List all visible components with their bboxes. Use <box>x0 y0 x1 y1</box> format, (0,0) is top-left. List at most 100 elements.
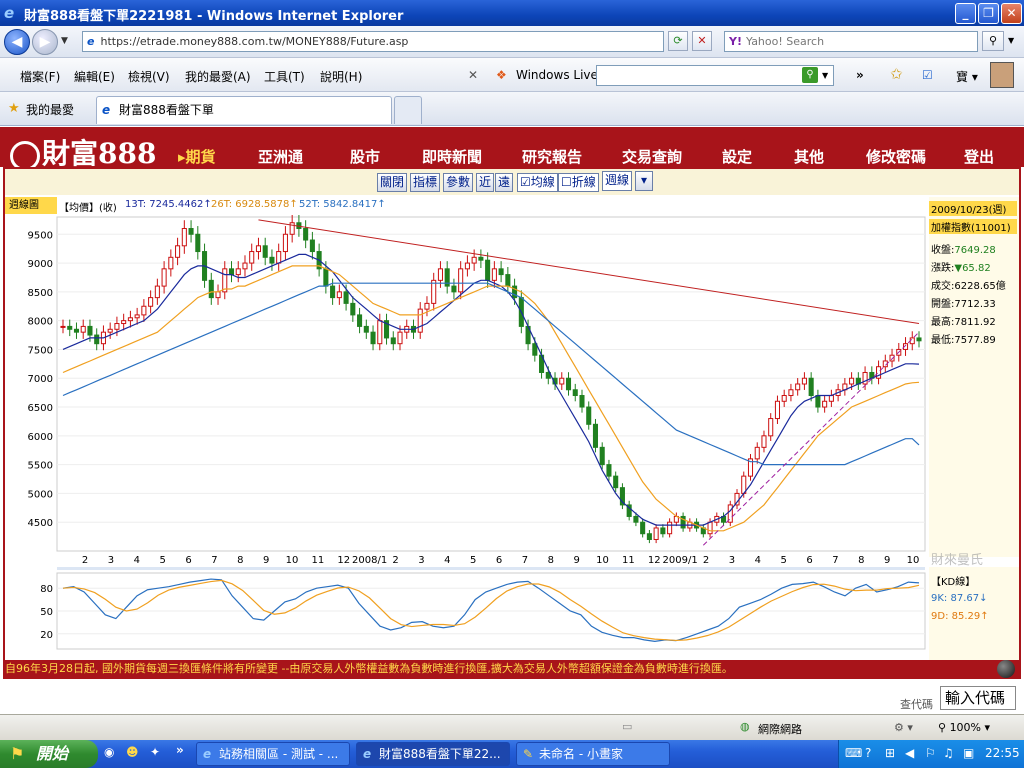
network-icon[interactable]: ▣ <box>963 746 974 760</box>
volume-icon[interactable]: ♫ <box>943 746 954 760</box>
search-input[interactable]: Y! Yahoo! Search <box>724 31 978 52</box>
news-ticker: 自96年3月28日起, 國外期貨每週三換匯條件將有所變更 --由原交易人外幣權益… <box>5 660 1019 678</box>
code-input[interactable]: 輸入代碼 <box>940 686 1016 710</box>
nav-research[interactable]: 研究報告 <box>522 146 582 167</box>
search-icon[interactable]: ⚲ <box>982 31 1004 51</box>
close-chart-button[interactable]: 關閉 <box>377 173 408 192</box>
live-search-input[interactable] <box>596 65 834 86</box>
nav-asia[interactable]: 亞洲通 <box>258 146 303 167</box>
refresh-icon[interactable]: ⟳ <box>668 31 688 51</box>
help-icon[interactable]: ? <box>865 746 871 760</box>
indicator-button[interactable]: 指標 <box>410 173 441 192</box>
favorites-label[interactable]: 我的最愛 <box>26 101 74 118</box>
period-select[interactable]: 週線 <box>602 171 633 191</box>
menu-help[interactable]: 說明(H) <box>320 68 362 85</box>
task-forum[interactable]: e 站務相關區 - 測試 - ... <box>196 742 350 766</box>
windows-logo-icon: ❖ <box>496 68 507 82</box>
candle-body <box>485 259 491 281</box>
tray-app-icon[interactable]: ⚐ <box>925 746 936 760</box>
y-tick-label: 5000 <box>28 489 53 500</box>
tray-expand-icon[interactable]: ◀ <box>905 746 914 760</box>
candle-body <box>350 302 356 316</box>
avatar[interactable] <box>990 62 1014 88</box>
line-checkbox[interactable]: ☐折線 <box>558 173 599 192</box>
quicklaunch-media-icon[interactable]: ◉ <box>104 745 114 759</box>
favorites-star-icon[interactable]: ✩ <box>890 65 903 83</box>
param-button[interactable]: 參數 <box>443 173 474 192</box>
menu-file[interactable]: 檔案(F) <box>20 68 60 85</box>
task-paint[interactable]: ✎ 未命名 - 小畫家 <box>516 742 670 766</box>
menu-favorites[interactable]: 我的最愛(A) <box>185 68 251 85</box>
protected-mode-icon[interactable]: ⚙ ▾ <box>894 721 913 734</box>
candle-body <box>208 279 214 299</box>
favorites-bar: ★ 我的最愛 e 財富888看盤下單 <box>0 92 1024 126</box>
site-logo[interactable]: 財富888 <box>10 132 156 172</box>
nav-other[interactable]: 其他 <box>794 146 824 167</box>
menu-view[interactable]: 檢視(V) <box>128 68 170 85</box>
x-tick-label: 7 <box>832 555 838 566</box>
back-button[interactable]: ◀ <box>4 29 30 55</box>
price-chart[interactable]: 4500 5000 5500 6000 6500 7000 7500 8000 8500 9000… <box>5 215 929 570</box>
x-tick-label: 9 <box>573 555 579 566</box>
chart-frame: 關閉 指標 參數 近 遠 ☑均線 ☐折線 週線 ▾ 週線圖 【均價】(收) 13… <box>3 167 1021 679</box>
search-options-icon[interactable]: ▼ <box>1008 36 1014 45</box>
chart-period-label: 週線圖 <box>5 197 57 214</box>
zoom-control[interactable]: ⚲ 100% ▾ <box>938 721 990 734</box>
quicklaunch-more-icon[interactable]: » <box>176 743 184 757</box>
tools-icon[interactable]: 寶 ▾ <box>956 68 978 85</box>
nav-news[interactable]: 即時新聞 <box>422 146 482 167</box>
plot-area <box>56 216 926 552</box>
favorites-icon[interactable]: ★ <box>8 101 20 116</box>
x-tick-label: 10 <box>596 555 609 566</box>
nav-trade-query[interactable]: 交易查詢 <box>622 146 682 167</box>
nav-stocks[interactable]: 股市 <box>350 146 380 167</box>
nav-settings[interactable]: 設定 <box>722 146 752 167</box>
ma-checkbox[interactable]: ☑均線 <box>517 173 558 192</box>
minimize-button[interactable]: _ <box>955 3 976 24</box>
nav-change-password[interactable]: 修改密碼 <box>866 146 926 167</box>
period-dropdown-icon[interactable]: ▾ <box>635 171 653 191</box>
x-tick-label: 2009/1 <box>663 555 698 566</box>
live-options-icon[interactable]: ▼ <box>822 71 828 80</box>
new-tab-button[interactable] <box>394 96 422 124</box>
clock[interactable]: 22:55 <box>985 746 1020 760</box>
quicklaunch-app-icon[interactable]: ✦ <box>150 745 160 759</box>
close-button[interactable]: ✕ <box>1001 3 1022 24</box>
x-tick-label: 5 <box>780 555 786 566</box>
x-tick-label: 6 <box>185 555 191 566</box>
forward-button[interactable]: ▶ <box>32 29 58 55</box>
live-search-icon[interactable]: ⚲ <box>802 67 818 83</box>
candle-body <box>309 239 315 253</box>
menu-edit[interactable]: 編輯(E) <box>74 68 115 85</box>
candle-body <box>754 446 760 460</box>
toolbar-overflow-icon[interactable]: » <box>856 68 864 82</box>
chart-toolbar: 關閉 指標 參數 近 遠 ☑均線 ☐折線 週線 ▾ <box>5 169 1019 195</box>
kd-chart[interactable]: 20 50 80 <box>5 569 929 657</box>
feeds-icon[interactable]: ☑ <box>922 68 933 82</box>
restore-button[interactable]: ❐ <box>978 3 999 24</box>
low-label: 最低: <box>931 335 955 346</box>
windows-live-label: Windows Live <box>516 68 598 82</box>
start-button[interactable]: ⚑ 開始 <box>0 740 98 768</box>
nav-logout[interactable]: 登出 <box>964 146 994 167</box>
near-button[interactable]: 近 <box>476 173 495 192</box>
zone-label: 網際網路 <box>758 723 802 736</box>
far-button[interactable]: 遠 <box>495 173 514 192</box>
stop-icon[interactable]: ✕ <box>692 31 712 51</box>
candle-body <box>849 377 855 385</box>
y-tick-label: 5500 <box>28 461 53 472</box>
task-money888-label: 財富888看盤下單22... <box>379 747 501 761</box>
address-input[interactable]: e https://etrade.money888.com.tw/MONEY888… <box>82 31 664 52</box>
history-dropdown-icon[interactable]: ▼ <box>61 36 68 46</box>
keyboard-icon[interactable]: ⌨ <box>845 746 862 760</box>
nav-futures[interactable]: ▸期貨 <box>178 146 216 167</box>
quote-date: 2009/10/23(週) <box>929 201 1017 216</box>
task-money888[interactable]: e 財富888看盤下單22... <box>356 742 510 766</box>
candle-body <box>107 328 113 333</box>
candle-body <box>276 251 282 264</box>
quicklaunch-messenger-icon[interactable]: ☻ <box>126 745 139 759</box>
input-icon[interactable]: ⊞ <box>885 746 895 760</box>
menu-tools[interactable]: 工具(T) <box>264 68 305 85</box>
close-toolbar-icon[interactable]: ✕ <box>468 68 478 82</box>
tab-active[interactable]: e 財富888看盤下單 <box>96 96 392 124</box>
